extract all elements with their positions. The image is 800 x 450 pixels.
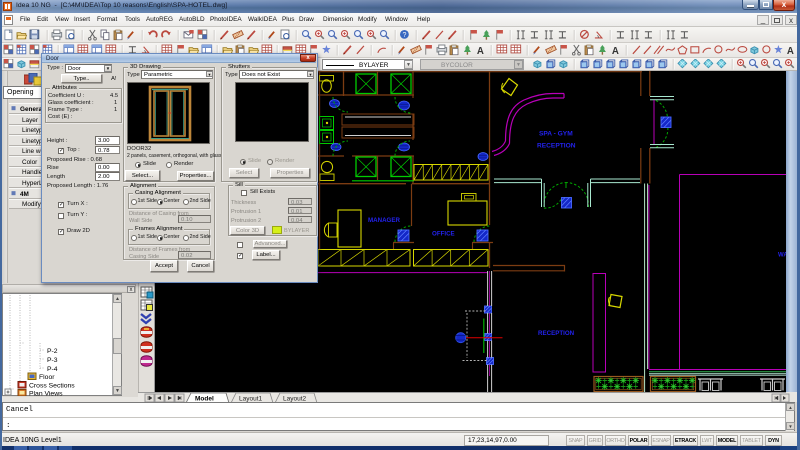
- svg-text:A: A: [612, 46, 619, 57]
- svg-text:Floor: Floor: [39, 374, 55, 381]
- svg-text:P-2: P-2: [47, 348, 58, 355]
- svg-text:WAIT: WAIT: [778, 253, 786, 259]
- svg-text:Plan Views: Plan Views: [29, 391, 63, 397]
- svg-text:RECEPTION: RECEPTION: [537, 143, 576, 150]
- svg-text:RECEPTION: RECEPTION: [538, 330, 575, 337]
- svg-text:A: A: [477, 46, 484, 57]
- svg-text:OFFICE: OFFICE: [432, 231, 455, 238]
- svg-text:P-4: P-4: [47, 366, 58, 373]
- svg-text:MANAGER: MANAGER: [368, 217, 400, 224]
- svg-text:P-3: P-3: [47, 357, 58, 364]
- svg-text:SPA - GYM: SPA - GYM: [539, 131, 573, 138]
- svg-text:?: ?: [402, 32, 406, 39]
- svg-text:Cross Sections: Cross Sections: [29, 383, 75, 390]
- svg-text:A: A: [787, 46, 794, 57]
